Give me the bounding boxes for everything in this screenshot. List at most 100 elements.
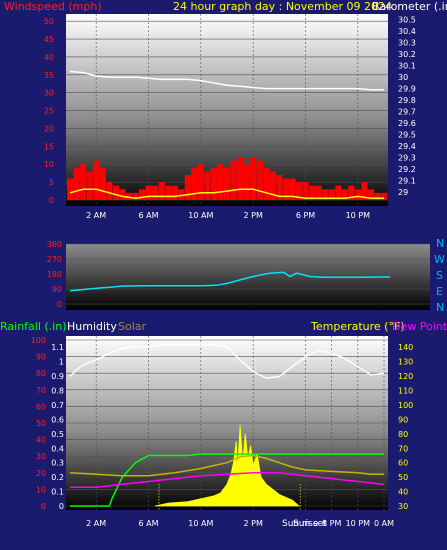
time-tick-label: 10 AM xyxy=(188,211,213,220)
dir-label-n-bottom: N xyxy=(436,301,444,314)
barometer-tick-label: 29.7 xyxy=(398,108,416,117)
rainfall-tick-label: 0.5 xyxy=(51,430,64,439)
windspeed-bar xyxy=(230,160,237,200)
barometer-tick-label: 29.2 xyxy=(398,165,416,174)
windspeed-tick-label: 5 xyxy=(49,178,54,187)
rainfall-axis-title: Rainfall (.in) xyxy=(0,320,67,333)
solar-axis-title: Solar xyxy=(118,320,147,333)
time-tick-label: 6 PM xyxy=(296,211,315,220)
rainfall-tick-label: 0.8 xyxy=(51,387,64,396)
humidity-axis-title: Humidity xyxy=(67,320,117,333)
rainfall-tick-label: 0.9 xyxy=(51,372,64,381)
direction-tick-label: 270 xyxy=(47,255,62,264)
windspeed-bar xyxy=(165,185,172,200)
windspeed-bar xyxy=(158,182,165,200)
temperature-tick-label: 60 xyxy=(398,459,408,468)
windspeed-tick-label: 40 xyxy=(44,53,54,62)
dir-label-e: E xyxy=(436,285,443,298)
windspeed-bar xyxy=(243,164,250,200)
humidity-tick-label: 70 xyxy=(36,386,46,395)
barometer-tick-label: 29.1 xyxy=(398,176,416,185)
time-tick-label: 10 PM xyxy=(346,519,371,528)
windspeed-tick-label: 10 xyxy=(44,160,54,169)
windspeed-bar xyxy=(191,167,198,200)
temperature-tick-label: 100 xyxy=(398,401,413,410)
barometer-tick-label: 29.8 xyxy=(398,96,416,105)
rainfall-tick-label: 0.7 xyxy=(51,401,64,410)
windspeed-tick-label: 45 xyxy=(44,35,54,44)
windspeed-bar xyxy=(99,167,106,200)
humidity-tick-label: 30 xyxy=(36,452,46,461)
rainfall-tick-label: 0.2 xyxy=(51,473,64,482)
time-tick-label: 6 AM xyxy=(138,519,158,528)
windspeed-bar xyxy=(237,157,244,200)
time-tick-label: 2 AM xyxy=(86,211,106,220)
windspeed-axis-title: Windspeed (mph) xyxy=(4,0,102,13)
windspeed-bar xyxy=(93,160,100,200)
barometer-tick-label: 29.9 xyxy=(398,85,416,94)
temperature-tick-label: 140 xyxy=(398,343,413,352)
windspeed-bar xyxy=(67,178,74,200)
temperature-tick-label: 70 xyxy=(398,444,408,453)
barometer-tick-label: 30 xyxy=(398,73,408,82)
temperature-tick-label: 50 xyxy=(398,473,408,482)
temperature-tick-label: 80 xyxy=(398,430,408,439)
time-tick-label: 2 AM xyxy=(86,519,106,528)
rainfall-tick-label: 0.1 xyxy=(51,488,64,497)
rainfall-tick-label: 1 xyxy=(59,358,64,367)
barometer-tick-label: 29.6 xyxy=(398,119,416,128)
dir-label-w: W xyxy=(434,253,445,266)
time-tick-label: 10 PM xyxy=(346,211,371,220)
barometer-axis-title: Barometer (.in) xyxy=(372,0,447,13)
dewpoint-axis-title: Dew Point ( xyxy=(392,320,447,333)
barometer-tick-label: 30.3 xyxy=(398,39,416,48)
direction-tick-label: 360 xyxy=(47,240,62,249)
windspeed-tick-label: 0 xyxy=(49,196,54,205)
barometer-tick-label: 30.1 xyxy=(398,62,416,71)
windspeed-bar xyxy=(152,185,159,200)
dir-label-s: S xyxy=(436,269,443,282)
windspeed-bar xyxy=(86,171,93,200)
windspeed-bar xyxy=(145,185,152,200)
temperature-tick-label: 40 xyxy=(398,488,408,497)
windspeed-bar xyxy=(256,160,263,200)
dir-label-n-top: N xyxy=(436,237,444,250)
time-tick-label: 0 AM xyxy=(374,519,394,528)
windspeed-bar xyxy=(73,167,80,200)
barometer-tick-label: 29.5 xyxy=(398,131,416,140)
humidity-tick-label: 90 xyxy=(36,353,46,362)
windspeed-bar xyxy=(210,167,218,200)
rainfall-tick-label: 0.6 xyxy=(51,415,64,424)
windspeed-tick-label: 35 xyxy=(44,71,54,80)
windspeed-bar xyxy=(112,185,119,200)
barometer-tick-label: 29.3 xyxy=(398,154,416,163)
windspeed-bar xyxy=(106,182,113,200)
barometer-tick-label: 29 xyxy=(398,188,408,197)
humidity-tick-label: 40 xyxy=(36,436,46,445)
barometer-tick-label: 30.2 xyxy=(398,50,416,59)
windspeed-tick-label: 20 xyxy=(44,124,54,133)
rainfall-tick-label: 0.3 xyxy=(51,459,64,468)
temperature-axis-title: Temperature (°F) xyxy=(310,320,405,333)
windspeed-bar xyxy=(171,185,178,200)
rainfall-tick-label: 0 xyxy=(59,502,64,511)
humidity-tick-label: 10 xyxy=(36,485,46,494)
windspeed-tick-label: 50 xyxy=(44,17,54,26)
windspeed-tick-label: 25 xyxy=(44,107,54,116)
temperature-tick-label: 90 xyxy=(398,415,408,424)
windspeed-bar xyxy=(217,164,224,200)
humidity-tick-label: 80 xyxy=(36,369,46,378)
temperature-tick-label: 120 xyxy=(398,372,413,381)
humidity-tick-label: 50 xyxy=(36,419,46,428)
barometer-tick-label: 29.4 xyxy=(398,142,416,151)
windspeed-bar xyxy=(138,189,146,200)
windspeed-bar xyxy=(354,189,362,200)
barometer-tick-label: 30.5 xyxy=(398,16,416,25)
weather-graph-canvas: Windspeed (mph) 24 hour graph day : Nove… xyxy=(0,0,447,529)
rainfall-tick-label: 0.4 xyxy=(51,444,64,453)
windspeed-tick-label: 30 xyxy=(44,89,54,98)
windspeed-bar xyxy=(204,171,211,200)
temperature-tick-label: 130 xyxy=(398,358,413,367)
sunset-label: Sun set xyxy=(293,519,327,529)
windspeed-bar xyxy=(197,164,205,200)
